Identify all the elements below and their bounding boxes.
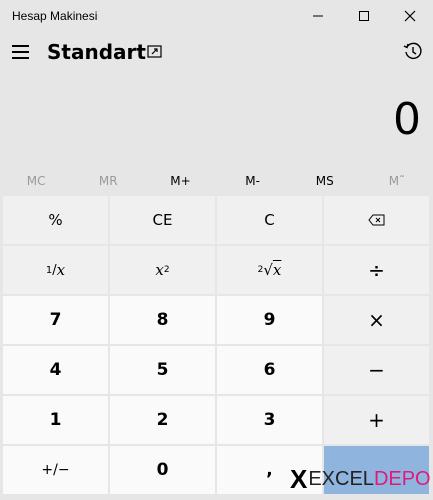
clear-entry-button[interactable]: CE: [110, 196, 215, 244]
digit-7-button[interactable]: 7: [3, 296, 108, 344]
history-button[interactable]: [402, 40, 424, 62]
multiply-button[interactable]: ×: [324, 296, 429, 344]
digit-0-button[interactable]: 0: [110, 446, 215, 494]
menu-button[interactable]: [8, 36, 32, 68]
header: Standart: [0, 32, 433, 72]
memory-add-button[interactable]: M+: [144, 168, 216, 194]
plus-button[interactable]: +: [324, 396, 429, 444]
clear-button[interactable]: C: [217, 196, 322, 244]
keep-on-top-icon: [147, 45, 162, 58]
memory-row: MC MR M+ M- MS M˜: [0, 168, 433, 194]
close-icon: [404, 10, 416, 22]
window-title: Hesap Makinesi: [12, 9, 98, 23]
keep-on-top-button[interactable]: [145, 42, 165, 62]
backspace-button[interactable]: [324, 196, 429, 244]
percent-button[interactable]: %: [3, 196, 108, 244]
result-display: 0: [393, 94, 421, 145]
history-icon: [403, 42, 422, 60]
title-bar: Hesap Makinesi: [0, 0, 433, 32]
digit-5-button[interactable]: 5: [110, 346, 215, 394]
square-root-button[interactable]: 2 √ x: [217, 246, 322, 294]
digit-4-button[interactable]: 4: [3, 346, 108, 394]
maximize-icon: [359, 11, 369, 21]
square-button[interactable]: x2: [110, 246, 215, 294]
minus-button[interactable]: −: [324, 346, 429, 394]
digit-3-button[interactable]: 3: [217, 396, 322, 444]
memory-store-button[interactable]: MS: [289, 168, 361, 194]
digit-2-button[interactable]: 2: [110, 396, 215, 444]
memory-list-button[interactable]: M˜: [361, 168, 433, 194]
digit-8-button[interactable]: 8: [110, 296, 215, 344]
memory-subtract-button[interactable]: M-: [217, 168, 289, 194]
digit-1-button[interactable]: 1: [3, 396, 108, 444]
digit-9-button[interactable]: 9: [217, 296, 322, 344]
mode-title: Standart: [47, 40, 146, 64]
hamburger-icon: [11, 45, 29, 47]
close-button[interactable]: [387, 0, 433, 32]
maximize-button[interactable]: [341, 0, 387, 32]
memory-recall-button[interactable]: MR: [72, 168, 144, 194]
minimize-button[interactable]: [295, 0, 341, 32]
memory-clear-button[interactable]: MC: [0, 168, 72, 194]
divide-button[interactable]: ÷: [324, 246, 429, 294]
negate-button[interactable]: +/−: [3, 446, 108, 494]
minimize-icon: [313, 15, 323, 17]
backspace-icon: [367, 214, 384, 226]
reciprocal-button[interactable]: 1/x: [3, 246, 108, 294]
digit-6-button[interactable]: 6: [217, 346, 322, 394]
keypad: % CE C 1/x x2 2 √ x ÷ 7 8 9 × 4 5 6 − 1 2 …: [3, 196, 430, 497]
watermark-logo: X EXCEL DEPO: [290, 464, 431, 494]
